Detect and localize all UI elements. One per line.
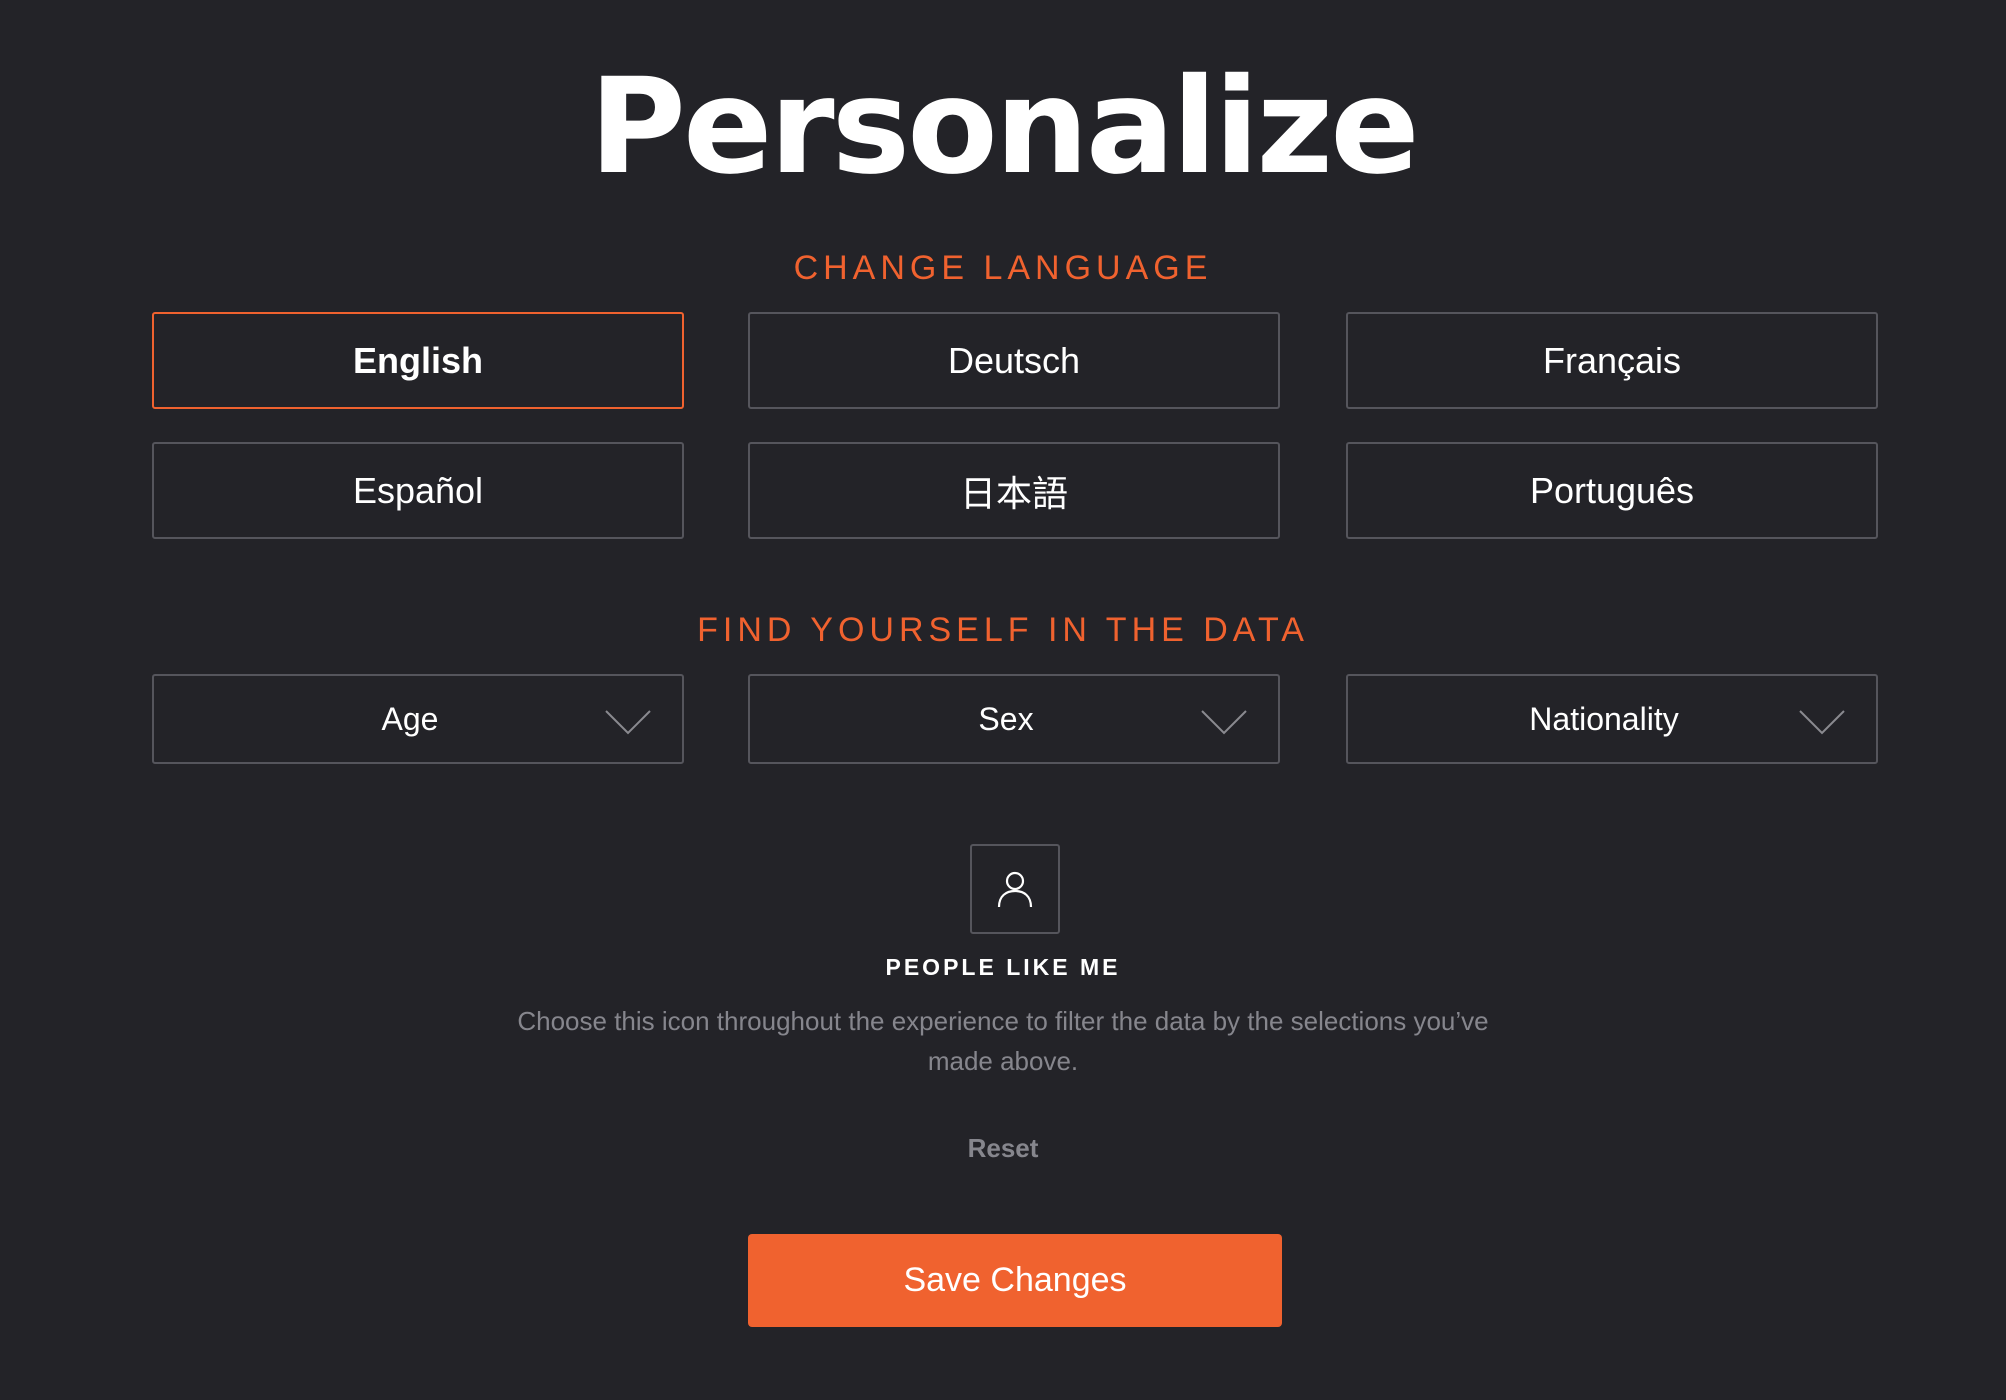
save-changes-button[interactable]: Save Changes [748,1234,1282,1327]
sex-select-label: Sex [978,700,1034,737]
people-like-me-button[interactable] [970,844,1060,934]
chevron-down-icon [1201,710,1247,735]
language-option-deutsch[interactable]: Deutsch [748,312,1280,409]
nationality-select-label: Nationality [1529,700,1679,737]
person-icon [997,871,1033,908]
page-title: Personalize [589,50,1420,204]
chevron-down-icon [1799,710,1845,735]
age-select-label: Age [381,700,439,737]
people-like-me-description: Choose this icon throughout the experien… [517,1006,1489,1076]
change-language-heading: CHANGE LANGUAGE [793,249,1213,287]
sex-select[interactable]: Sex [748,674,1280,764]
reset-link[interactable]: Reset [903,1132,1103,1164]
chevron-down-icon [605,710,651,735]
language-option-francais[interactable]: Français [1346,312,1878,409]
age-select[interactable]: Age [152,674,684,764]
find-yourself-heading: FIND YOURSELF IN THE DATA [697,611,1309,649]
language-option-espanol[interactable]: Español [152,442,684,539]
language-option-japanese[interactable]: 日本語 [748,442,1280,539]
nationality-select[interactable]: Nationality [1346,674,1878,764]
language-option-english[interactable]: English [152,312,684,409]
language-option-portugues[interactable]: Português [1346,442,1878,539]
people-like-me-title: PEOPLE LIKE ME [885,954,1121,980]
